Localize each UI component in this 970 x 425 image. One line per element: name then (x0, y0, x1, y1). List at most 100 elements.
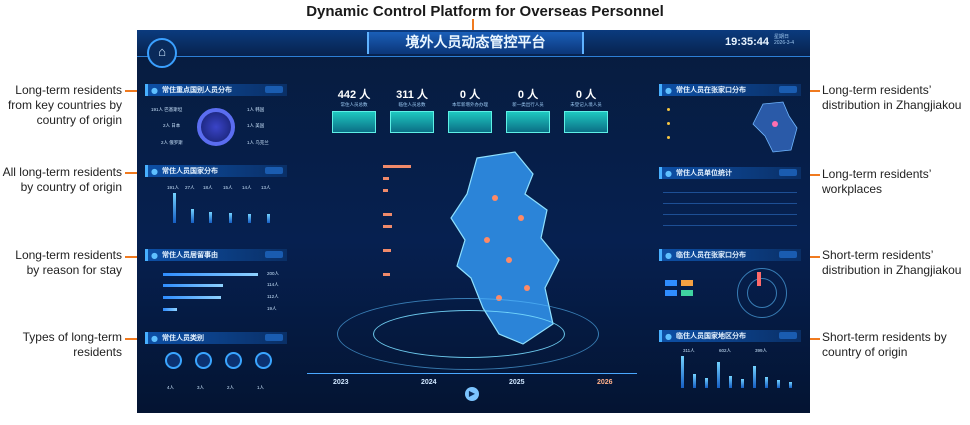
annotation-workplaces: Long-term residents’ workplaces (822, 167, 931, 196)
pin-icon: ● (665, 332, 672, 341)
short-count: 602人 (719, 348, 732, 353)
stat-card: 311 人临住人员总数 (385, 86, 439, 133)
panel-tag[interactable] (779, 332, 797, 339)
annotation-key-countries: Long-term residents from key countries b… (7, 83, 122, 127)
person-icon (225, 352, 242, 369)
stat-caption: 常住人员总数 (340, 102, 368, 107)
reason-value: 112人 (267, 294, 279, 299)
list-item[interactable] (663, 217, 797, 226)
bar (777, 380, 780, 388)
annotation-all-countries: All long-term residents by country of or… (2, 165, 122, 194)
type-count: 1人 (257, 385, 265, 390)
reason-value: 19人 (267, 306, 277, 311)
bar (789, 382, 792, 388)
stat-card: 0 人本年新增外办办理 (443, 86, 497, 133)
map-marker[interactable] (518, 215, 524, 221)
district-bar (383, 213, 392, 216)
country-count: 18人 (203, 185, 213, 190)
stat-value: 0 人 (575, 89, 597, 101)
list-item[interactable] (663, 206, 797, 215)
country-label: 1人 美国 (247, 123, 265, 128)
short-count: 399人 (755, 348, 768, 353)
stat-caption: 临住人员总数 (398, 102, 426, 107)
list-item[interactable] (663, 195, 797, 204)
pin-icon: ● (151, 334, 158, 343)
country-label: 2人 日本 (163, 123, 181, 128)
panel-header-types: ● 常住人员类别 (145, 332, 287, 344)
pin-icon: ● (665, 86, 672, 95)
platform-ring (373, 310, 565, 358)
stat-caption: 本年新增外办办理 (452, 102, 488, 107)
stat-caption: 未登记入境人员 (570, 102, 602, 107)
stat-card: 442 人常住人员总数 (327, 86, 381, 133)
country-count: 191人 (167, 185, 180, 190)
bar (765, 377, 768, 388)
legend-swatch (665, 280, 677, 286)
pin-icon: ● (151, 251, 158, 260)
panel-tag[interactable] (265, 251, 283, 258)
panel-tag[interactable] (779, 251, 797, 258)
list-item[interactable] (663, 184, 797, 193)
panel-title: 常住人员居留事由 (162, 251, 218, 259)
person-icon (195, 352, 212, 369)
legend-dot (667, 136, 670, 139)
stat-pedestal (506, 111, 550, 133)
bar (741, 379, 744, 388)
panel-tag[interactable] (779, 86, 797, 93)
home-icon[interactable]: ⌂ (147, 38, 177, 68)
stat-pedestal (448, 111, 492, 133)
timeline-year[interactable]: 2025 (509, 379, 525, 386)
date-display: 星期日 2026-3-4 (774, 34, 808, 46)
pin-icon: ● (151, 86, 158, 95)
map-marker[interactable] (492, 195, 498, 201)
stat-card: 0 人未登记入境人员 (559, 86, 613, 133)
timeline-year[interactable]: 2023 (333, 379, 349, 386)
short-count: 311人 (683, 348, 695, 353)
panel-tag[interactable] (265, 167, 283, 174)
type-count: 2人 (227, 385, 235, 390)
date-label: 2026-3-4 (774, 40, 795, 46)
radar-ring (747, 278, 777, 308)
bar (729, 376, 732, 388)
map-marker[interactable] (484, 237, 490, 243)
legend-swatch (665, 290, 677, 296)
map-marker[interactable] (524, 285, 530, 291)
stat-value: 442 人 (337, 89, 371, 101)
panel-title: 常住重点国别人员分布 (162, 86, 232, 94)
panel-tag[interactable] (265, 86, 283, 93)
play-icon[interactable]: ▶ (465, 387, 479, 401)
country-count: 27人 (185, 185, 195, 190)
panel-tag[interactable] (265, 334, 283, 341)
stat-value: 0 人 (459, 89, 481, 101)
timeline-year[interactable]: 2026 (597, 379, 613, 386)
bar (248, 214, 251, 223)
bar (717, 362, 720, 388)
timeline-year[interactable]: 2024 (421, 379, 437, 386)
map-marker[interactable] (506, 257, 512, 263)
country-label: 1人 韩国 (247, 107, 265, 112)
annotation-reason: Long-term residents by reason for stay (15, 248, 122, 277)
panel-title: 常住人员单位统计 (676, 169, 732, 177)
reason-bar (163, 308, 177, 311)
panel-header-long-dist: ● 常住人员在张家口分布 (659, 84, 801, 96)
stat-card: 0 人新一类出行人员 (501, 86, 555, 133)
stat-pedestal (564, 111, 608, 133)
panel-header-reason: ● 常住人员居留事由 (145, 249, 287, 261)
workplace-list (663, 184, 797, 232)
panel-tag[interactable] (779, 169, 797, 176)
annotation-types: Types of long-term residents (22, 330, 122, 359)
pin-icon: ● (151, 167, 158, 176)
legend-swatch (681, 290, 693, 296)
bar (705, 378, 708, 388)
mini-map-long-term (752, 101, 798, 153)
bar (693, 374, 696, 388)
stat-pedestal (390, 111, 434, 133)
clock: 19:35:44 (725, 36, 770, 48)
annotation-long-dist: Long-term residents’ distribution in Zha… (822, 83, 962, 112)
country-label: 2人 俄罗斯 (161, 140, 183, 145)
reason-value: 200人 (267, 271, 280, 276)
panel-header-all-countries: ● 常住人员国家分布 (145, 165, 287, 177)
legend-dot (667, 108, 670, 111)
stat-pedestal (332, 111, 376, 133)
panel-title: 临住人员国家地区分布 (676, 332, 746, 340)
